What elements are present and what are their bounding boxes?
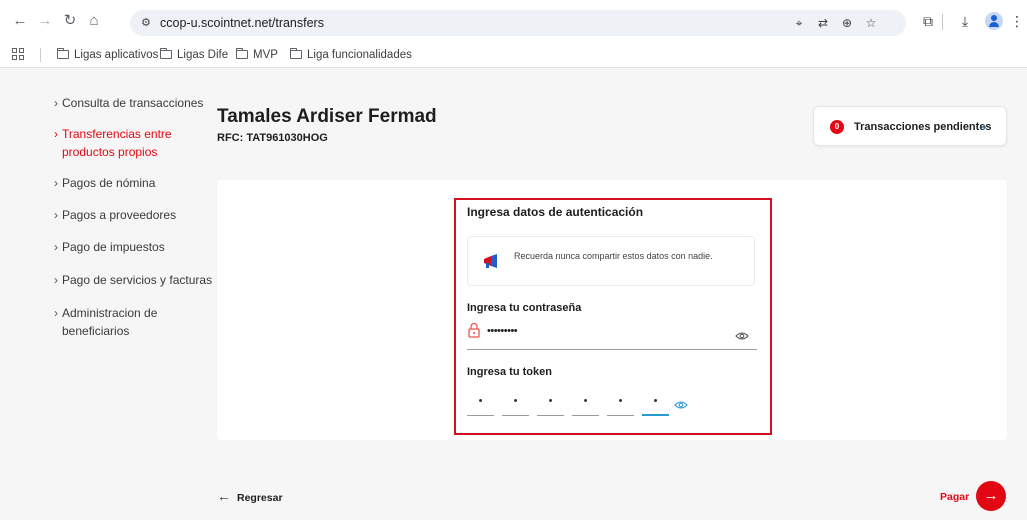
folder-icon [56, 48, 69, 59]
chevron-right-icon: › [54, 127, 58, 141]
lock-icon [467, 322, 481, 338]
apps-grid-icon[interactable] [12, 48, 24, 60]
token-label: Ingresa tu token [467, 366, 552, 378]
home-icon[interactable]: ⌂ [84, 11, 104, 31]
eye-icon[interactable] [735, 328, 749, 340]
pending-count-badge: 0 [830, 120, 844, 134]
arrow-left-icon: ← [217, 488, 231, 504]
pay-button[interactable]: → [976, 481, 1006, 511]
password-field[interactable]: ••••••••• [467, 320, 757, 350]
url-text: ccop-u.scointnet.net/transfers [160, 16, 324, 30]
bookmarks-divider [40, 48, 41, 62]
token-digit-input[interactable]: • [572, 386, 599, 416]
location-icon[interactable]: ⌖ [790, 14, 808, 32]
chevron-right-icon: › [982, 118, 987, 134]
forward-arrow-icon[interactable]: → [35, 11, 55, 31]
download-icon[interactable]: ⤓ [955, 11, 975, 31]
chevron-right-icon: › [54, 273, 58, 287]
toolbar-divider [942, 14, 943, 30]
menu-kebab-icon[interactable]: ⋮ [1010, 11, 1024, 31]
browser-toolbar: ← → ↻ ⌂ ⚙ ccop-u.scointnet.net/transfers… [0, 0, 1027, 42]
translate-icon[interactable]: ⇄ [814, 14, 832, 32]
auth-title: Ingresa datos de autenticación [467, 205, 644, 219]
notice-text: Recuerda nunca compartir estos datos con… [514, 251, 713, 261]
sidebar-item-administracion-beneficiarios[interactable]: › Administracion de beneficiarios [54, 304, 184, 340]
token-digit-input[interactable]: • [502, 386, 529, 416]
chevron-right-icon: › [54, 306, 58, 320]
page-title: Tamales Ardiser Fermad [217, 106, 437, 127]
password-label: Ingresa tu contraseña [467, 302, 582, 314]
token-digit-input[interactable]: • [607, 386, 634, 416]
bookmark-liga-funcionalidades[interactable]: Liga funcionalidades [289, 42, 412, 68]
bookmark-star-icon[interactable]: ☆ [862, 14, 880, 32]
sidebar-item-pago-impuestos[interactable]: › Pago de impuestos [54, 238, 165, 256]
folder-icon [159, 48, 172, 59]
bookmark-ligas-aplicativos[interactable]: Ligas aplicativos [56, 42, 158, 68]
extensions-icon[interactable]: ⧉ [918, 11, 938, 31]
security-notice: Recuerda nunca compartir estos datos con… [467, 236, 755, 286]
folder-icon [289, 48, 302, 59]
token-digit-input[interactable]: • [642, 386, 669, 416]
chevron-right-icon: › [54, 208, 58, 222]
sidebar-item-transferencias[interactable]: › Transferencias entre productos propios [54, 125, 184, 161]
folder-icon [235, 48, 248, 59]
back-arrow-icon[interactable]: ← [10, 11, 30, 31]
bookmark-mvp[interactable]: MVP [235, 42, 278, 68]
zoom-icon[interactable]: ⊕ [838, 14, 856, 32]
sidebar-item-pago-servicios[interactable]: › Pago de servicios y facturas [54, 271, 212, 289]
pending-transactions-button[interactable]: 0 Transacciones pendientes › [813, 106, 1007, 146]
pending-label: Transacciones pendientes [854, 121, 992, 133]
address-bar[interactable]: ⚙ ccop-u.scointnet.net/transfers ⌖ ⇄ ⊕ ☆ [130, 10, 906, 36]
chevron-right-icon: › [54, 240, 58, 254]
arrow-right-icon: → [983, 487, 999, 504]
bookmarks-bar: Ligas aplicativos Ligas Dife MVP Liga fu… [0, 42, 1027, 68]
chevron-right-icon: › [54, 96, 58, 110]
back-button[interactable]: ← Regresar [217, 488, 283, 506]
client-rfc: RFC: TAT961030HOG [217, 132, 328, 144]
eye-icon[interactable] [674, 397, 688, 409]
password-value: ••••••••• [487, 325, 518, 337]
bookmark-ligas-dife[interactable]: Ligas Dife [159, 42, 228, 68]
reload-icon[interactable]: ↻ [60, 11, 80, 31]
sidebar-item-pagos-proveedores[interactable]: › Pagos a proveedores [54, 206, 176, 224]
chevron-right-icon: › [54, 176, 58, 190]
profile-avatar[interactable] [985, 12, 1003, 30]
token-digit-input[interactable]: • [467, 386, 494, 416]
sidebar-item-pagos-nomina[interactable]: › Pagos de nómina [54, 174, 155, 192]
site-settings-icon[interactable]: ⚙ [141, 14, 151, 32]
sidebar-item-consulta-transacciones[interactable]: › Consulta de transacciones [54, 94, 203, 112]
token-digit-input[interactable]: • [537, 386, 564, 416]
pay-label[interactable]: Pagar [940, 489, 969, 505]
megaphone-icon [482, 253, 500, 269]
